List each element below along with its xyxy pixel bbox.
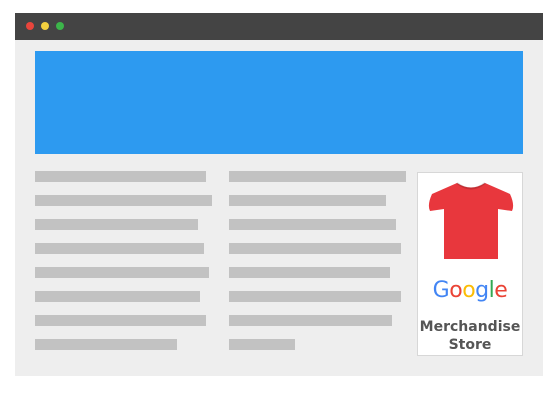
- google-logo-letter: o: [449, 278, 463, 303]
- ad-caption-line-2: Store: [448, 337, 492, 353]
- maximize-window-button[interactable]: [56, 22, 64, 30]
- text-line-placeholder: [35, 219, 198, 230]
- text-line-placeholder: [229, 219, 396, 230]
- window-titlebar: [15, 13, 543, 40]
- close-window-button[interactable]: [26, 22, 34, 30]
- text-column-middle: [229, 171, 406, 363]
- hero-banner: [35, 51, 523, 154]
- text-line-placeholder: [35, 195, 212, 206]
- text-line-placeholder: [229, 195, 386, 206]
- text-line-placeholder: [229, 171, 406, 182]
- text-line-placeholder: [35, 267, 209, 278]
- text-line-placeholder: [229, 339, 295, 350]
- google-logo-letter: g: [475, 278, 489, 303]
- text-line-placeholder: [229, 267, 390, 278]
- text-line-placeholder: [35, 291, 200, 302]
- text-column-left: [35, 171, 212, 363]
- text-line-placeholder: [35, 243, 204, 254]
- minimize-window-button[interactable]: [41, 22, 49, 30]
- google-logo: Google: [418, 278, 522, 304]
- text-line-placeholder: [229, 315, 392, 326]
- text-line-placeholder: [229, 291, 401, 302]
- text-line-placeholder: [35, 339, 177, 350]
- ad-caption: Merchandise Store: [418, 318, 522, 354]
- text-line-placeholder: [229, 243, 401, 254]
- google-logo-letter: e: [494, 278, 508, 303]
- ad-caption-line-1: Merchandise: [419, 319, 521, 335]
- google-logo-letter: G: [432, 278, 450, 303]
- text-line-placeholder: [35, 315, 206, 326]
- google-logo-letter: o: [462, 278, 476, 303]
- text-line-placeholder: [35, 171, 206, 182]
- browser-window: Google Merchandise Store: [15, 13, 543, 376]
- tshirt-icon: [428, 182, 514, 259]
- merchandise-store-ad[interactable]: Google Merchandise Store: [417, 172, 523, 356]
